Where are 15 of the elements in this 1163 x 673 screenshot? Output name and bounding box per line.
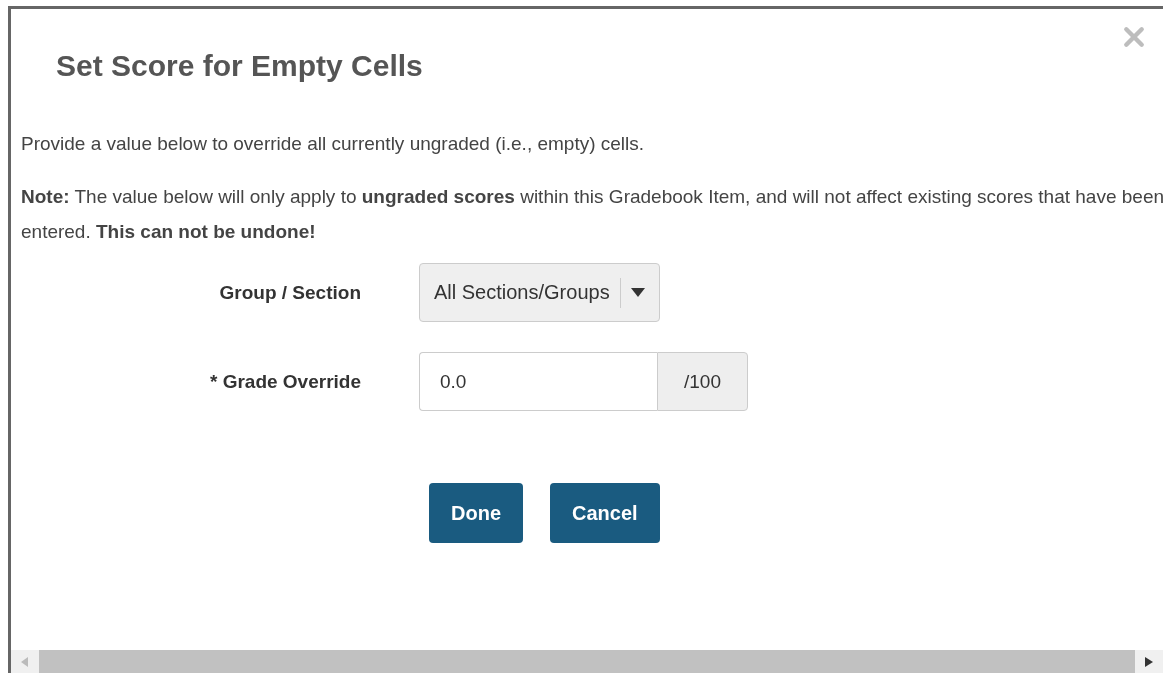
horizontal-scrollbar[interactable]	[11, 650, 1163, 673]
group-dropdown[interactable]: All Sections/Groups	[419, 263, 660, 322]
scroll-right-icon[interactable]	[1145, 656, 1153, 667]
field-label: Group / Section	[218, 281, 361, 304]
dialog-title: Set Score for Empty Cells	[56, 49, 424, 83]
field-label: * Grade Override	[208, 370, 361, 393]
close-icon[interactable]	[1123, 26, 1145, 48]
grade-input[interactable]: 0.0	[419, 352, 657, 411]
scroll-left-icon[interactable]	[21, 656, 29, 667]
max-score-label: /100	[657, 352, 748, 411]
intro-text: Provide a value below to override all currently ungraded (i.e., empty) cells.	[21, 133, 646, 155]
dialog-button[interactable]: Done	[429, 483, 523, 543]
dialog-button[interactable]: Cancel	[550, 483, 660, 543]
caret-icon	[630, 288, 645, 297]
note-text: Note: The value below will only apply to ungraded scores within this Gradebook Item, and will not affect existing scores that have been entered. This can not be undone!	[21, 185, 1163, 244]
